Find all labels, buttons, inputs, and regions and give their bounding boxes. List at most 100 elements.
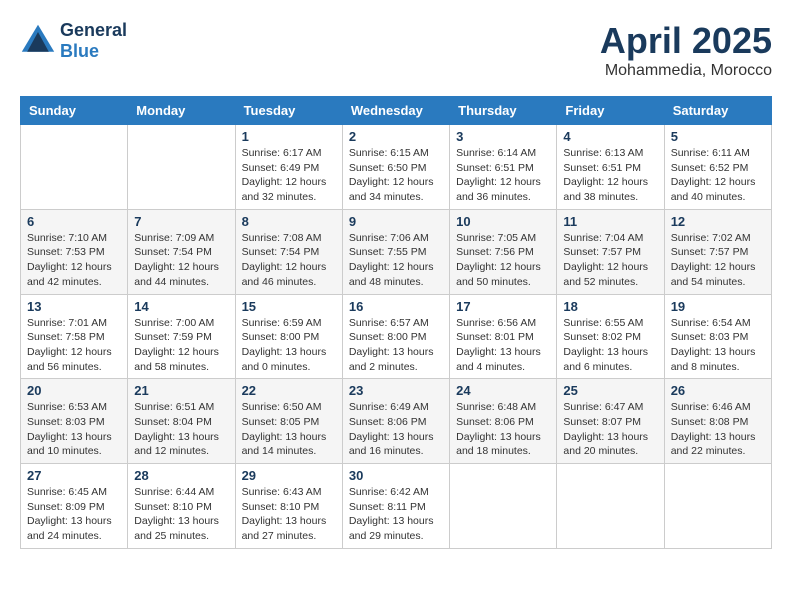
calendar-cell — [128, 125, 235, 210]
day-number: 11 — [563, 214, 657, 229]
calendar-cell: 24 Sunrise: 6:48 AM Sunset: 8:06 PM Dayli… — [450, 379, 557, 464]
day-number: 5 — [671, 129, 765, 144]
weekday-header-wednesday: Wednesday — [342, 97, 449, 125]
weekday-header-monday: Monday — [128, 97, 235, 125]
calendar-cell: 2Sunrise: 6:15 AM Sunset: 6:50 PM Daylig… — [342, 125, 449, 210]
calendar-cell: 4 Sunrise: 6:13 AM Sunset: 6:51 PM Daylig… — [557, 125, 664, 210]
logo-general: General — [60, 20, 127, 41]
calendar-cell: 11 Sunrise: 7:04 AM Sunset: 7:57 PM Dayli… — [557, 209, 664, 294]
calendar-cell: 27 Sunrise: 6:45 AM Sunset: 8:09 PM Dayli… — [21, 464, 128, 549]
calendar-cell — [450, 464, 557, 549]
calendar-cell: 15 Sunrise: 6:59 AM Sunset: 8:00 PM Dayli… — [235, 294, 342, 379]
day-number: 28 — [134, 468, 228, 483]
weekday-header-tuesday: Tuesday — [235, 97, 342, 125]
day-info: Sunrise: 7:01 AM Sunset: 7:58 PM Dayligh… — [27, 316, 121, 375]
day-number: 6 — [27, 214, 121, 229]
day-number: 16 — [349, 299, 443, 314]
logo-icon — [20, 23, 56, 59]
day-number: 18 — [563, 299, 657, 314]
day-info: Sunrise: 7:06 AM Sunset: 7:55 PM Dayligh… — [349, 231, 443, 290]
calendar-cell: 20 Sunrise: 6:53 AM Sunset: 8:03 PM Dayli… — [21, 379, 128, 464]
calendar-cell: 28Sunrise: 6:44 AM Sunset: 8:10 PM Dayli… — [128, 464, 235, 549]
day-number: 19 — [671, 299, 765, 314]
day-number: 10 — [456, 214, 550, 229]
calendar-cell: 26 Sunrise: 6:46 AM Sunset: 8:08 PM Dayli… — [664, 379, 771, 464]
calendar-cell: 21 Sunrise: 6:51 AM Sunset: 8:04 PM Dayli… — [128, 379, 235, 464]
weekday-header-saturday: Saturday — [664, 97, 771, 125]
calendar-cell: 23 Sunrise: 6:49 AM Sunset: 8:06 PM Dayli… — [342, 379, 449, 464]
day-info: Sunrise: 6:48 AM Sunset: 8:06 PM Dayligh… — [456, 400, 550, 459]
day-info: Sunrise: 6:51 AM Sunset: 8:04 PM Dayligh… — [134, 400, 228, 459]
day-info: Sunrise: 6:53 AM Sunset: 8:03 PM Dayligh… — [27, 400, 121, 459]
day-number: 7 — [134, 214, 228, 229]
calendar-cell: 17 Sunrise: 6:56 AM Sunset: 8:01 PM Dayli… — [450, 294, 557, 379]
calendar-week-3: 13Sunrise: 7:01 AM Sunset: 7:58 PM Dayli… — [21, 294, 772, 379]
day-number: 26 — [671, 383, 765, 398]
day-number: 22 — [242, 383, 336, 398]
calendar-cell: 29 Sunrise: 6:43 AM Sunset: 8:10 PM Dayli… — [235, 464, 342, 549]
calendar-cell: 13Sunrise: 7:01 AM Sunset: 7:58 PM Dayli… — [21, 294, 128, 379]
calendar-cell: 10 Sunrise: 7:05 AM Sunset: 7:56 PM Dayli… — [450, 209, 557, 294]
day-number: 23 — [349, 383, 443, 398]
day-number: 8 — [242, 214, 336, 229]
day-info: Sunrise: 7:00 AM Sunset: 7:59 PM Dayligh… — [134, 316, 228, 375]
day-info: Sunrise: 6:13 AM Sunset: 6:51 PM Dayligh… — [563, 146, 657, 205]
calendar-cell: 22Sunrise: 6:50 AM Sunset: 8:05 PM Dayli… — [235, 379, 342, 464]
page-header: General Blue April 2025 Mohammedia, Moro… — [20, 20, 772, 80]
day-number: 21 — [134, 383, 228, 398]
day-info: Sunrise: 7:02 AM Sunset: 7:57 PM Dayligh… — [671, 231, 765, 290]
calendar-week-4: 20 Sunrise: 6:53 AM Sunset: 8:03 PM Dayli… — [21, 379, 772, 464]
weekday-header-row: SundayMondayTuesdayWednesdayThursdayFrid… — [21, 97, 772, 125]
day-number: 29 — [242, 468, 336, 483]
day-info: Sunrise: 6:43 AM Sunset: 8:10 PM Dayligh… — [242, 485, 336, 544]
day-info: Sunrise: 6:45 AM Sunset: 8:09 PM Dayligh… — [27, 485, 121, 544]
calendar-cell: 7Sunrise: 7:09 AM Sunset: 7:54 PM Daylig… — [128, 209, 235, 294]
calendar-cell: 9 Sunrise: 7:06 AM Sunset: 7:55 PM Daylig… — [342, 209, 449, 294]
day-info: Sunrise: 7:04 AM Sunset: 7:57 PM Dayligh… — [563, 231, 657, 290]
calendar-cell: 1Sunrise: 6:17 AM Sunset: 6:49 PM Daylig… — [235, 125, 342, 210]
day-number: 15 — [242, 299, 336, 314]
day-info: Sunrise: 6:46 AM Sunset: 8:08 PM Dayligh… — [671, 400, 765, 459]
calendar-cell: 5 Sunrise: 6:11 AM Sunset: 6:52 PM Daylig… — [664, 125, 771, 210]
calendar-cell: 16Sunrise: 6:57 AM Sunset: 8:00 PM Dayli… — [342, 294, 449, 379]
location: Mohammedia, Morocco — [600, 62, 772, 80]
day-number: 12 — [671, 214, 765, 229]
day-number: 24 — [456, 383, 550, 398]
calendar-cell: 19 Sunrise: 6:54 AM Sunset: 8:03 PM Dayli… — [664, 294, 771, 379]
day-info: Sunrise: 7:10 AM Sunset: 7:53 PM Dayligh… — [27, 231, 121, 290]
calendar-cell: 6 Sunrise: 7:10 AM Sunset: 7:53 PM Daylig… — [21, 209, 128, 294]
day-info: Sunrise: 6:17 AM Sunset: 6:49 PM Dayligh… — [242, 146, 336, 205]
day-number: 27 — [27, 468, 121, 483]
day-info: Sunrise: 6:55 AM Sunset: 8:02 PM Dayligh… — [563, 316, 657, 375]
logo: General Blue — [20, 20, 127, 62]
calendar-week-2: 6 Sunrise: 7:10 AM Sunset: 7:53 PM Daylig… — [21, 209, 772, 294]
calendar-week-5: 27 Sunrise: 6:45 AM Sunset: 8:09 PM Dayli… — [21, 464, 772, 549]
calendar-cell — [664, 464, 771, 549]
weekday-header-sunday: Sunday — [21, 97, 128, 125]
day-info: Sunrise: 6:49 AM Sunset: 8:06 PM Dayligh… — [349, 400, 443, 459]
calendar-cell: 8Sunrise: 7:08 AM Sunset: 7:54 PM Daylig… — [235, 209, 342, 294]
weekday-header-friday: Friday — [557, 97, 664, 125]
day-info: Sunrise: 6:14 AM Sunset: 6:51 PM Dayligh… — [456, 146, 550, 205]
day-info: Sunrise: 6:59 AM Sunset: 8:00 PM Dayligh… — [242, 316, 336, 375]
day-number: 25 — [563, 383, 657, 398]
logo-text: General Blue — [60, 20, 127, 62]
day-info: Sunrise: 6:54 AM Sunset: 8:03 PM Dayligh… — [671, 316, 765, 375]
day-info: Sunrise: 6:11 AM Sunset: 6:52 PM Dayligh… — [671, 146, 765, 205]
calendar-cell: 14Sunrise: 7:00 AM Sunset: 7:59 PM Dayli… — [128, 294, 235, 379]
calendar-cell: 30Sunrise: 6:42 AM Sunset: 8:11 PM Dayli… — [342, 464, 449, 549]
calendar-table: SundayMondayTuesdayWednesdayThursdayFrid… — [20, 96, 772, 549]
day-number: 4 — [563, 129, 657, 144]
weekday-header-thursday: Thursday — [450, 97, 557, 125]
day-info: Sunrise: 7:05 AM Sunset: 7:56 PM Dayligh… — [456, 231, 550, 290]
logo-blue: Blue — [60, 41, 127, 62]
day-number: 9 — [349, 214, 443, 229]
day-number: 20 — [27, 383, 121, 398]
calendar-cell — [557, 464, 664, 549]
day-info: Sunrise: 6:56 AM Sunset: 8:01 PM Dayligh… — [456, 316, 550, 375]
day-info: Sunrise: 6:42 AM Sunset: 8:11 PM Dayligh… — [349, 485, 443, 544]
title-area: April 2025 Mohammedia, Morocco — [600, 20, 772, 80]
calendar-cell: 12 Sunrise: 7:02 AM Sunset: 7:57 PM Dayli… — [664, 209, 771, 294]
day-number: 3 — [456, 129, 550, 144]
day-number: 17 — [456, 299, 550, 314]
